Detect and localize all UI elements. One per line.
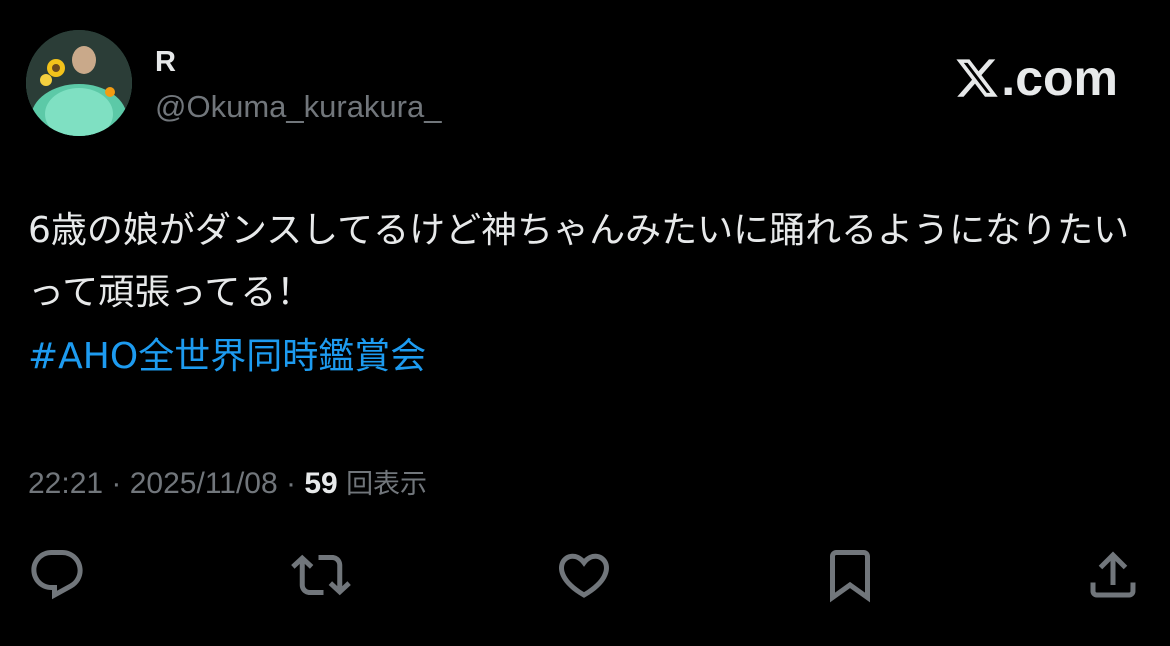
share-button[interactable] (1081, 543, 1145, 607)
brand: .com (954, 50, 1118, 106)
reply-icon (31, 550, 83, 600)
like-icon (558, 553, 610, 598)
bookmark-icon (830, 550, 870, 603)
tweet-date[interactable]: 2025/11/08 (130, 467, 278, 500)
retweet-button[interactable] (289, 543, 353, 607)
tweet-meta: 22:21 · 2025/11/08 · 59 回表示 (28, 462, 427, 507)
meta-separator: · (103, 467, 130, 500)
avatar[interactable] (26, 30, 132, 136)
x-logo-icon (956, 59, 999, 97)
retweet-icon (291, 554, 351, 596)
like-button[interactable] (552, 543, 616, 607)
reply-button[interactable] (25, 543, 89, 607)
views-count: 59 (304, 467, 338, 500)
bookmark-button[interactable] (818, 543, 882, 607)
brand-text: .com (1001, 50, 1118, 106)
author-handle[interactable]: @Okuma_kurakura_ (155, 88, 441, 126)
meta-separator: · (277, 467, 305, 500)
author-display-name[interactable]: R (155, 44, 176, 80)
hashtag-link[interactable]: #AHO全世界同時鑑賞会 (28, 326, 426, 388)
tweet-time[interactable]: 22:21 (28, 467, 103, 500)
tweet-text: 6歳の娘がダンスしてるけど神ちゃんみたいに踊れるようになりたいって頑張ってる！ (28, 210, 1130, 313)
share-icon (1090, 551, 1136, 598)
views-label: 回表示 (346, 469, 428, 500)
